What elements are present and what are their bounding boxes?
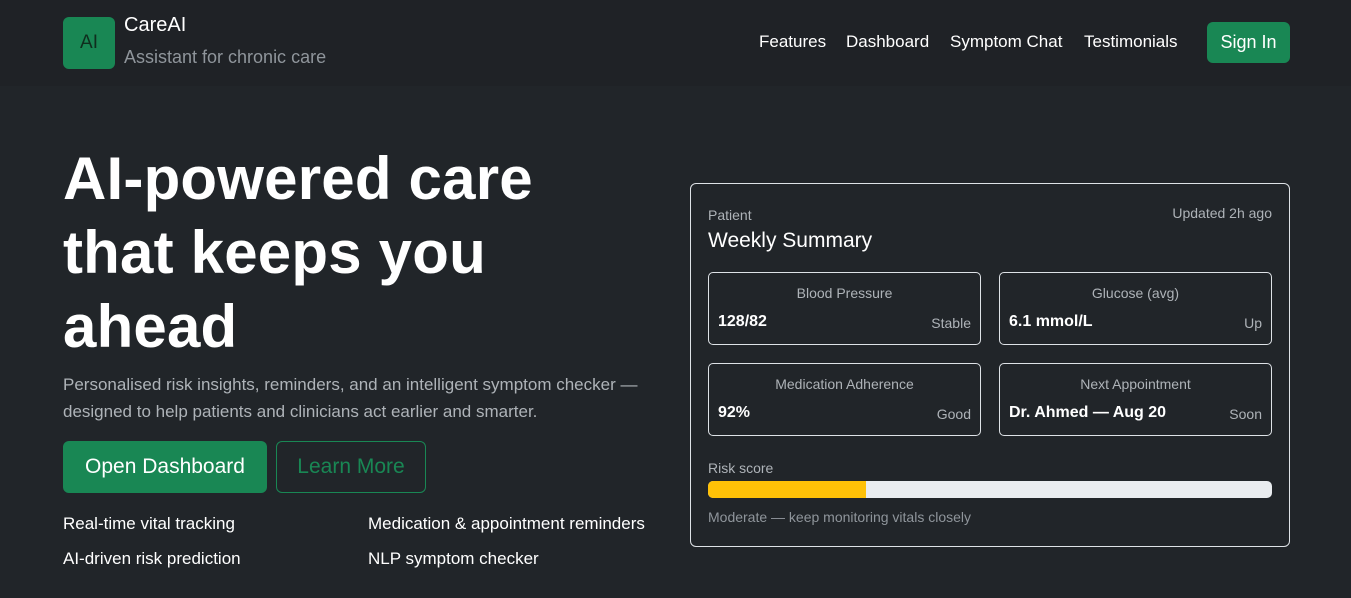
- card-title: Weekly Summary: [708, 229, 873, 252]
- risk-score-fill: [708, 481, 866, 498]
- metric-blood-pressure: Blood Pressure 128/82 Stable: [708, 272, 981, 345]
- metric-value: 92%: [718, 404, 751, 421]
- metric-status: Up: [1244, 315, 1262, 331]
- metric-status: Good: [936, 406, 971, 422]
- risk-score-note: Moderate — keep monitoring vitals closel…: [708, 509, 972, 525]
- brand-name[interactable]: CareAI: [124, 14, 186, 37]
- brand-logo[interactable]: AI: [63, 17, 115, 69]
- metric-value: Dr. Ahmed — Aug 20: [1009, 404, 1167, 421]
- nav-link-symptom-chat[interactable]: Symptom Chat: [950, 32, 1062, 52]
- metric-label: Next Appointment: [1080, 376, 1191, 392]
- metric-value: 6.1 mmol/L: [1009, 313, 1093, 330]
- metric-status: Soon: [1229, 406, 1262, 422]
- nav-link-dashboard[interactable]: Dashboard: [846, 32, 929, 52]
- open-dashboard-button[interactable]: Open Dashboard: [63, 441, 267, 493]
- feature-item: AI-driven risk prediction: [63, 549, 241, 568]
- metric-medication-adherence: Medication Adherence 92% Good: [708, 363, 981, 436]
- risk-score-bar: [708, 481, 1272, 498]
- metric-label: Glucose (avg): [1091, 285, 1180, 301]
- card-eyebrow: Patient: [708, 207, 752, 223]
- hero-title-line: that keeps you: [63, 219, 486, 286]
- feature-item: Real-time vital tracking: [63, 514, 235, 533]
- hero-title-line: AI-powered care: [63, 145, 533, 212]
- risk-score-label: Risk score: [708, 460, 774, 476]
- nav-link-features[interactable]: Features: [759, 32, 826, 52]
- metric-value: 128/82: [718, 313, 767, 330]
- metric-next-appointment: Next Appointment Dr. Ahmed — Aug 20 Soon: [999, 363, 1272, 436]
- hero-subtitle: Personalised risk insights, reminders, a…: [63, 375, 638, 421]
- nav-link-testimonials[interactable]: Testimonials: [1084, 32, 1178, 52]
- metric-glucose: Glucose (avg) 6.1 mmol/L Up: [999, 272, 1272, 345]
- updated-timestamp: Updated 2h ago: [1172, 205, 1272, 221]
- hero-title-line: ahead: [63, 293, 238, 360]
- metric-label: Blood Pressure: [796, 285, 893, 301]
- brand-tagline: Assistant for chronic care: [124, 47, 327, 67]
- metric-label: Medication Adherence: [775, 376, 914, 392]
- sign-in-button[interactable]: Sign In: [1207, 22, 1290, 63]
- learn-more-button[interactable]: Learn More: [276, 441, 426, 493]
- feature-item: Medication & appointment reminders: [368, 514, 645, 533]
- feature-item: NLP symptom checker: [368, 549, 539, 568]
- metric-status: Stable: [931, 315, 971, 331]
- hero-title: AI-powered care that keeps you ahead: [63, 142, 623, 364]
- navbar: AI CareAI Assistant for chronic care Fea…: [0, 0, 1351, 86]
- weekly-summary-card: Patient Weekly Summary Updated 2h ago Bl…: [690, 183, 1290, 547]
